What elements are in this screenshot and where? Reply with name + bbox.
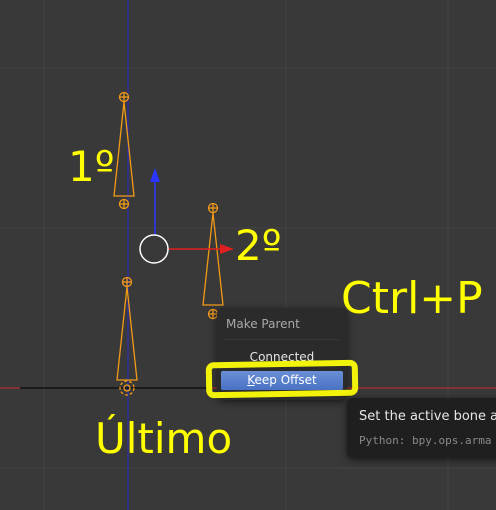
annotation-second: 2º xyxy=(235,221,282,270)
keep-offset-highlight xyxy=(205,359,359,399)
annotation-first: 1º xyxy=(68,142,115,191)
bone-last[interactable] xyxy=(116,276,138,396)
bone-2[interactable] xyxy=(202,202,224,320)
tooltip: Set the active bone as Python: bpy.ops.a… xyxy=(347,398,496,458)
tooltip-python: Python: bpy.ops.arma xyxy=(359,434,492,447)
annotation-shortcut: Ctrl+P xyxy=(341,273,483,324)
bone-1[interactable] xyxy=(113,91,135,210)
tooltip-description: Set the active bone as xyxy=(359,409,496,424)
transform-manipulator[interactable] xyxy=(139,168,234,264)
menu-title: Make Parent xyxy=(226,317,300,331)
annotation-last: Último xyxy=(95,414,233,463)
menu-separator xyxy=(225,339,339,340)
